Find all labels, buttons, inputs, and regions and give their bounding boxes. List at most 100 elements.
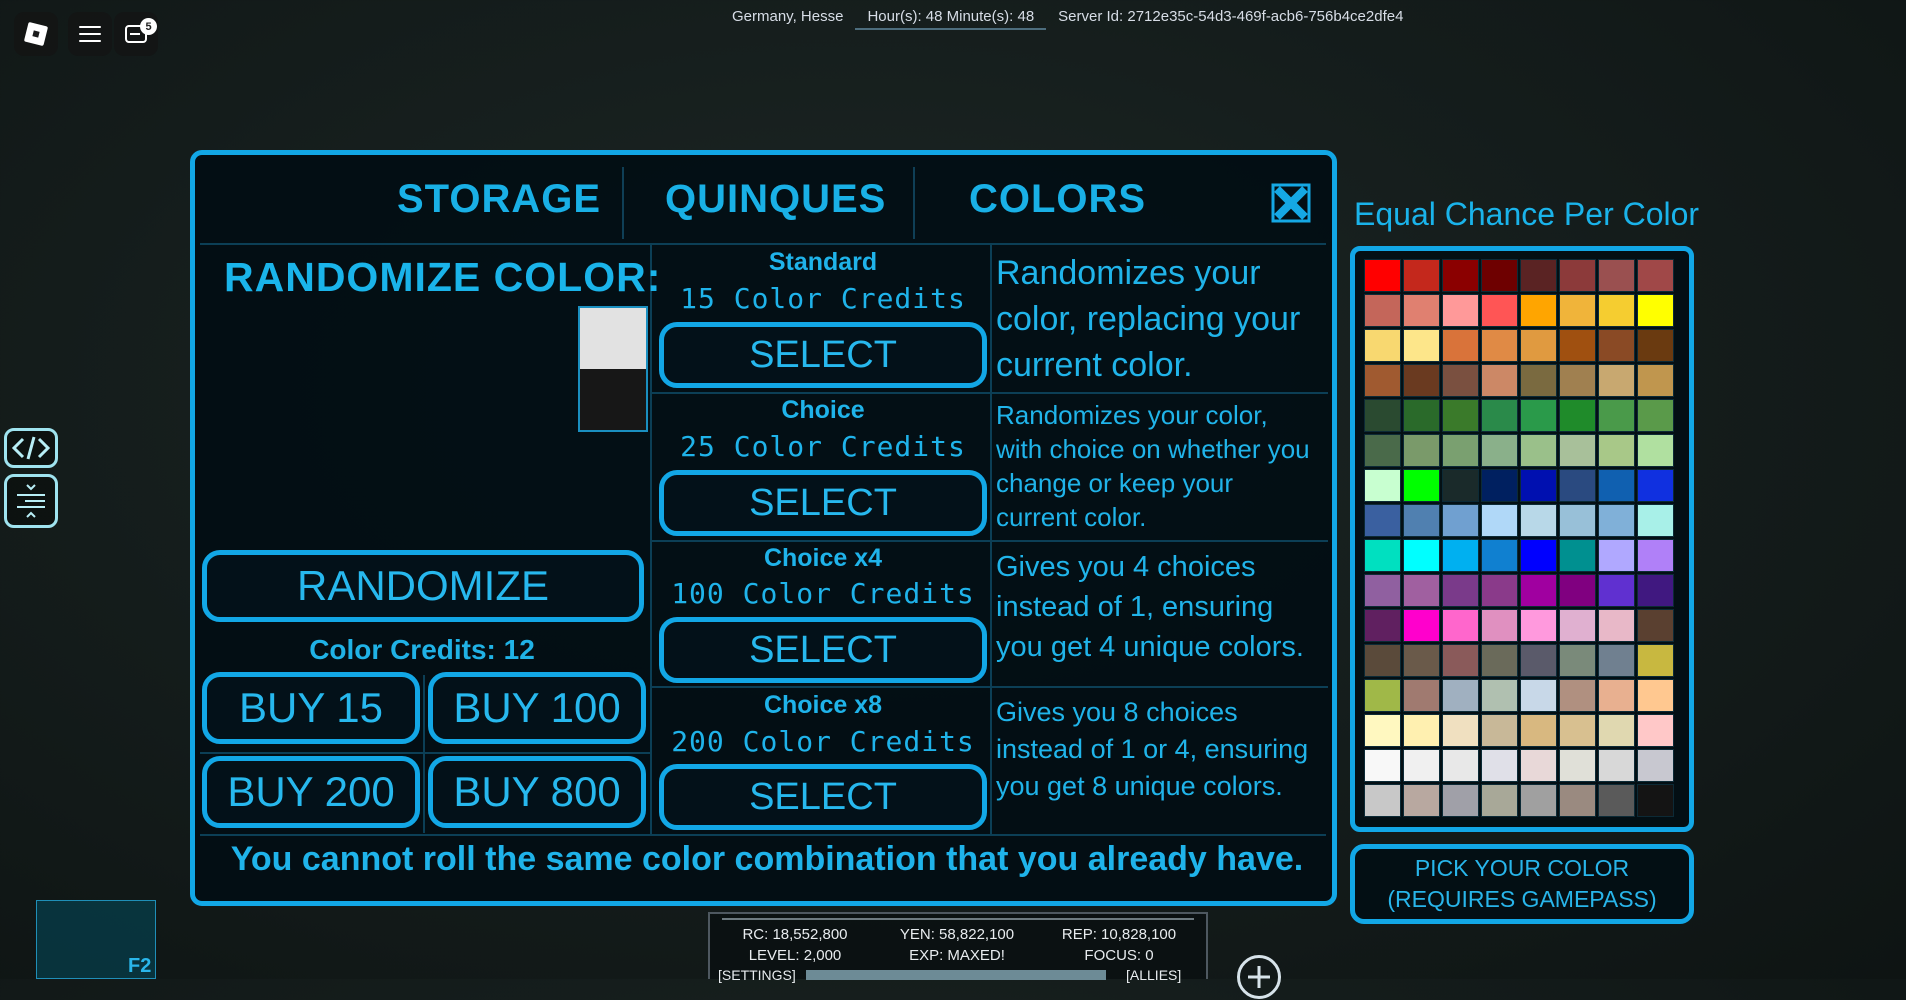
buy-15-button[interactable]: BUY 15 — [202, 672, 420, 744]
color-swatch[interactable] — [1520, 329, 1557, 362]
color-swatch[interactable] — [1403, 259, 1440, 292]
color-swatch[interactable] — [1520, 434, 1557, 467]
color-swatch[interactable] — [1520, 644, 1557, 677]
color-swatch[interactable] — [1481, 539, 1518, 572]
color-swatch[interactable] — [1481, 784, 1518, 817]
color-swatch[interactable] — [1364, 644, 1401, 677]
color-swatch[interactable] — [1442, 609, 1479, 642]
color-swatch[interactable] — [1442, 259, 1479, 292]
color-swatch[interactable] — [1520, 364, 1557, 397]
color-swatch[interactable] — [1559, 434, 1596, 467]
select-standard-button[interactable]: SELECT — [659, 322, 987, 388]
color-swatch[interactable] — [1403, 294, 1440, 327]
color-swatch[interactable] — [1403, 329, 1440, 362]
color-swatch[interactable] — [1442, 504, 1479, 537]
select-choice-button[interactable]: SELECT — [659, 470, 987, 536]
color-swatch[interactable] — [1481, 364, 1518, 397]
color-swatch[interactable] — [1364, 539, 1401, 572]
color-swatch[interactable] — [1442, 434, 1479, 467]
color-swatch[interactable] — [1364, 294, 1401, 327]
color-swatch[interactable] — [1637, 434, 1674, 467]
color-swatch[interactable] — [1637, 469, 1674, 502]
color-swatch[interactable] — [1481, 294, 1518, 327]
allies-button[interactable]: [ALLIES] — [1126, 967, 1181, 983]
color-swatch[interactable] — [1403, 714, 1440, 747]
close-icon[interactable] — [1271, 183, 1311, 223]
color-swatch[interactable] — [1481, 714, 1518, 747]
color-swatch[interactable] — [1481, 469, 1518, 502]
color-swatch[interactable] — [1442, 679, 1479, 712]
color-swatch[interactable] — [1442, 294, 1479, 327]
color-swatch[interactable] — [1598, 679, 1635, 712]
color-swatch[interactable] — [1442, 784, 1479, 817]
color-swatch[interactable] — [1364, 399, 1401, 432]
color-swatch[interactable] — [1481, 644, 1518, 677]
chat-button[interactable]: 5 — [114, 12, 158, 56]
color-swatch[interactable] — [1637, 749, 1674, 782]
color-swatch[interactable] — [1364, 364, 1401, 397]
color-swatch[interactable] — [1403, 784, 1440, 817]
color-swatch[interactable] — [1481, 504, 1518, 537]
color-swatch[interactable] — [1520, 714, 1557, 747]
color-swatch[interactable] — [1403, 399, 1440, 432]
color-swatch[interactable] — [1442, 469, 1479, 502]
color-swatch[interactable] — [1481, 609, 1518, 642]
color-swatch[interactable] — [1598, 504, 1635, 537]
color-swatch[interactable] — [1481, 329, 1518, 362]
color-swatch[interactable] — [1364, 749, 1401, 782]
color-swatch[interactable] — [1637, 714, 1674, 747]
color-swatch[interactable] — [1598, 259, 1635, 292]
color-swatch[interactable] — [1364, 504, 1401, 537]
color-swatch[interactable] — [1559, 714, 1596, 747]
color-swatch[interactable] — [1481, 259, 1518, 292]
color-swatch[interactable] — [1442, 539, 1479, 572]
select-choice-x8-button[interactable]: SELECT — [659, 764, 987, 830]
color-swatch[interactable] — [1598, 714, 1635, 747]
color-swatch[interactable] — [1559, 574, 1596, 607]
color-swatch[interactable] — [1442, 714, 1479, 747]
randomize-button[interactable]: RANDOMIZE — [202, 550, 644, 622]
color-swatch[interactable] — [1403, 469, 1440, 502]
color-swatch[interactable] — [1403, 364, 1440, 397]
color-swatch[interactable] — [1559, 609, 1596, 642]
color-swatch[interactable] — [1598, 329, 1635, 362]
color-swatch[interactable] — [1598, 469, 1635, 502]
color-swatch[interactable] — [1637, 679, 1674, 712]
color-swatch[interactable] — [1481, 399, 1518, 432]
menu-button[interactable] — [68, 12, 112, 56]
color-swatch[interactable] — [1637, 539, 1674, 572]
color-swatch[interactable] — [1364, 469, 1401, 502]
buy-200-button[interactable]: BUY 200 — [202, 756, 420, 828]
plus-icon[interactable] — [1237, 955, 1281, 999]
color-swatch[interactable] — [1403, 749, 1440, 782]
color-swatch[interactable] — [1637, 294, 1674, 327]
color-swatch[interactable] — [1364, 784, 1401, 817]
color-swatch[interactable] — [1403, 644, 1440, 677]
color-swatch[interactable] — [1481, 749, 1518, 782]
color-swatch[interactable] — [1637, 644, 1674, 677]
color-swatch[interactable] — [1598, 574, 1635, 607]
color-swatch[interactable] — [1520, 469, 1557, 502]
color-swatch[interactable] — [1637, 259, 1674, 292]
color-swatch[interactable] — [1364, 609, 1401, 642]
color-swatch[interactable] — [1598, 434, 1635, 467]
color-swatch[interactable] — [1637, 784, 1674, 817]
code-icon-button[interactable] — [4, 428, 58, 468]
buy-800-button[interactable]: BUY 800 — [428, 756, 646, 828]
color-swatch[interactable] — [1520, 294, 1557, 327]
color-swatch[interactable] — [1559, 469, 1596, 502]
select-choice-x4-button[interactable]: SELECT — [659, 617, 987, 683]
color-swatch[interactable] — [1520, 539, 1557, 572]
color-swatch[interactable] — [1598, 364, 1635, 397]
list-icon-button[interactable] — [4, 474, 58, 528]
color-swatch[interactable] — [1520, 574, 1557, 607]
color-swatch[interactable] — [1598, 399, 1635, 432]
color-swatch[interactable] — [1559, 539, 1596, 572]
color-swatch[interactable] — [1598, 749, 1635, 782]
color-swatch[interactable] — [1559, 644, 1596, 677]
color-swatch[interactable] — [1559, 504, 1596, 537]
color-swatch[interactable] — [1520, 504, 1557, 537]
color-swatch[interactable] — [1520, 609, 1557, 642]
color-swatch[interactable] — [1520, 259, 1557, 292]
settings-button[interactable]: [SETTINGS] — [718, 967, 796, 983]
